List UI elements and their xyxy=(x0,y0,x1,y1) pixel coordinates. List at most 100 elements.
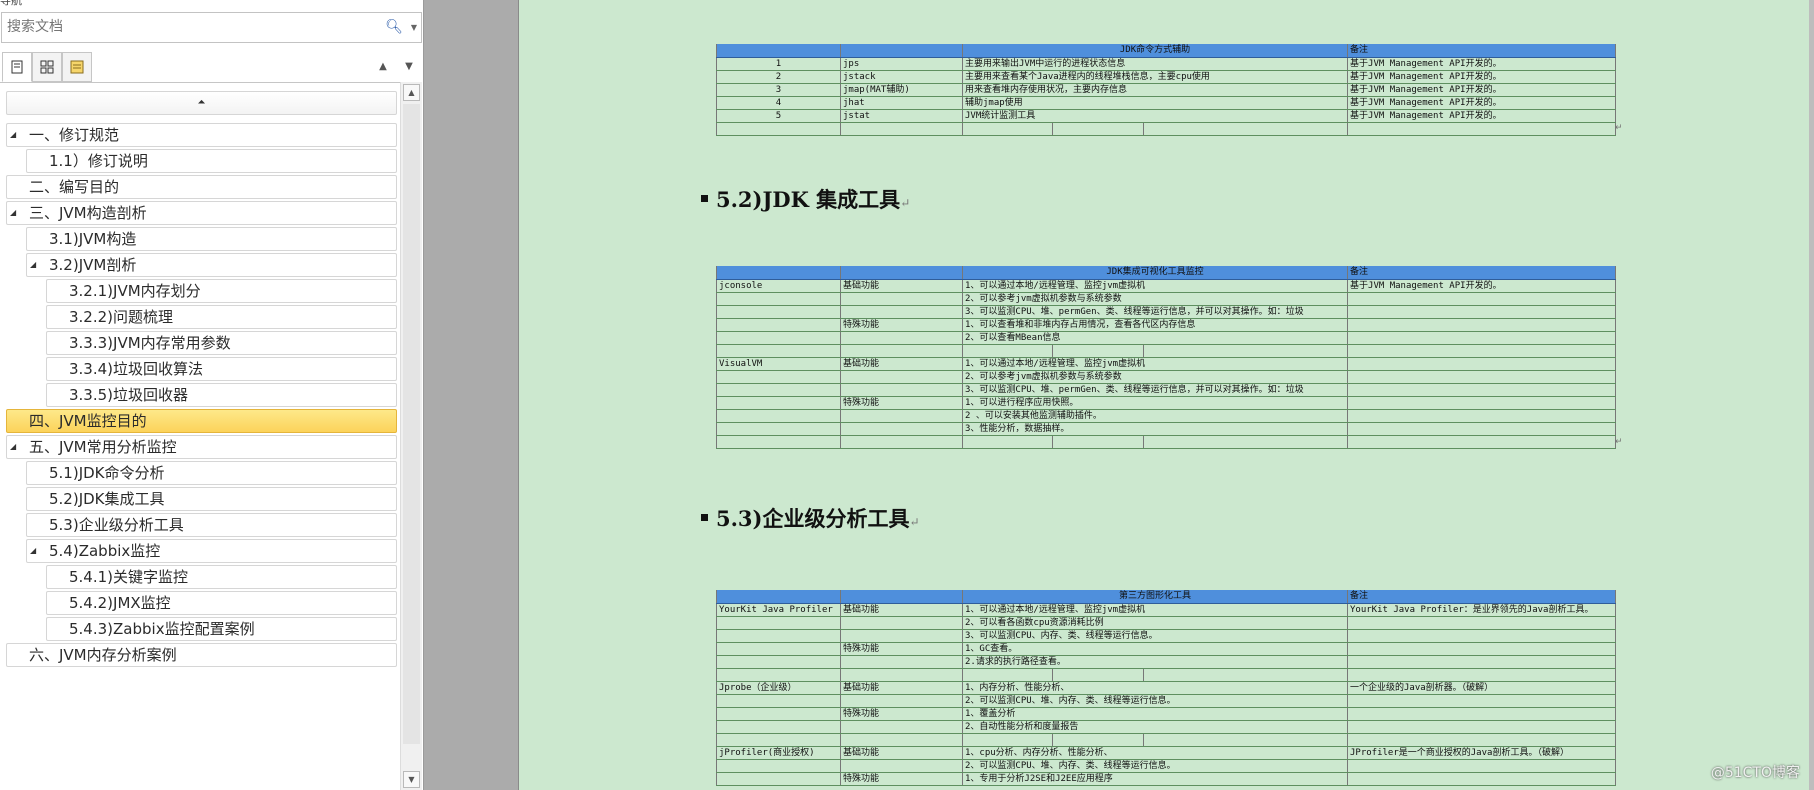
paragraph-mark: ↵ xyxy=(909,515,920,529)
table-cell xyxy=(1142,122,1349,136)
previous-heading-button[interactable]: ▲ xyxy=(374,58,392,76)
bullet-icon xyxy=(701,195,708,202)
table-cell xyxy=(716,435,841,449)
tree-item[interactable]: 5.4.1)关键字监控 xyxy=(46,565,397,589)
tree-item[interactable]: 3.3.3)JVM内存常用参数 xyxy=(46,331,397,355)
table-cell xyxy=(962,668,1053,682)
table-cell xyxy=(840,409,963,423)
scroll-up-icon[interactable]: ▲ xyxy=(403,84,420,101)
table-row: 2、可以监测CPU、堆、内存、类、线程等运行信息。 xyxy=(716,694,1616,708)
table-cell xyxy=(716,772,841,786)
table-cell: 3、可以监测CPU、堆、permGen、类、线程等运行信息，并可以对其操作。如：… xyxy=(961,305,1349,319)
collapse-icon: ⏶ xyxy=(197,97,206,108)
search-dropdown-icon[interactable]: ▼ xyxy=(411,23,417,32)
tree-item[interactable]: 3.2.1)JVM内存划分 xyxy=(46,279,397,303)
expand-triangle-icon[interactable]: ◢ xyxy=(10,436,16,458)
table-cell: 基于JVM Management API开发的。 xyxy=(1347,279,1617,293)
search-box[interactable]: 🔍︎ ▼ xyxy=(1,12,422,43)
table-cell: 用来查看堆内存使用状况，主要内存信息 xyxy=(961,83,1349,97)
table-header-cell xyxy=(840,44,963,58)
tree-item[interactable]: 四、JVM监控目的 xyxy=(6,409,397,433)
tree-item[interactable]: 二、编写目的 xyxy=(6,175,397,199)
table-cell xyxy=(1347,383,1617,397)
table-header-cell: 第三方图形化工具 xyxy=(962,590,1348,604)
search-icon[interactable]: 🔍︎ xyxy=(385,19,403,35)
tree-item[interactable]: ◢ 5.4)Zabbix监控 xyxy=(26,539,397,563)
table-cell xyxy=(716,707,841,721)
table-header-row: JDK命令方式辅助 备注 xyxy=(716,44,1617,58)
scroll-down-icon[interactable]: ▼ xyxy=(403,771,420,788)
table-cell: 基础功能 xyxy=(840,357,963,371)
tree-item[interactable]: ◢ 三、JVM构造剖析 xyxy=(6,201,397,225)
table-cell xyxy=(840,616,963,630)
tree-item[interactable]: 3.3.5)垃圾回收器 xyxy=(46,383,397,407)
table-cell xyxy=(1143,733,1348,747)
scroll-thumb[interactable] xyxy=(403,104,420,744)
collapse-all-button[interactable]: ⏶ xyxy=(6,91,397,115)
pages-view-tab[interactable] xyxy=(32,52,62,82)
tree-item-label: 5.4.1)关键字监控 xyxy=(69,568,189,586)
table-header-row: 第三方图形化工具 备注 xyxy=(716,590,1616,604)
tree-item[interactable]: 3.1)JVM构造 xyxy=(26,227,397,251)
tree-item[interactable]: 3.2.2)问题梳理 xyxy=(46,305,397,329)
paragraph-mark: ↵ xyxy=(1615,123,1623,133)
table-cell: 2、自动性能分析和度量报告 xyxy=(962,720,1348,734)
table-cell: 一个企业级的Java剖析器。（破解） xyxy=(1347,681,1616,695)
headings-view-tab[interactable] xyxy=(2,52,32,82)
table-cell: JProfiler是一个商业授权的Java剖析工具。（破解） xyxy=(1347,746,1616,760)
next-heading-button[interactable]: ▼ xyxy=(400,58,418,76)
table-cell: 基础功能 xyxy=(840,279,963,293)
jdk-commands-table: JDK命令方式辅助 备注 1 jps 主要用来输出JVM中运行的进程状态信息 基于JVM … xyxy=(716,44,1617,136)
table-cell xyxy=(840,668,963,682)
table-cell xyxy=(716,383,841,397)
table-cell xyxy=(1347,409,1617,423)
tree-item-label: 3.2.2)问题梳理 xyxy=(69,308,174,326)
search-input[interactable] xyxy=(2,13,382,41)
table-cell: jstat xyxy=(840,109,963,123)
table-row: 特殊功能 1、可以查看堆和非堆内存占用情况，查看各代区内存信息 xyxy=(716,318,1617,332)
tree-item[interactable]: 5.2)JDK集成工具 xyxy=(26,487,397,511)
tree-item[interactable]: ◢ 3.2)JVM剖析 xyxy=(26,253,397,277)
tree-item[interactable]: 5.1)JDK命令分析 xyxy=(26,461,397,485)
table-cell xyxy=(1347,616,1616,630)
table-cell xyxy=(716,396,841,410)
table-header-cell xyxy=(840,266,963,280)
table-cell: 特殊功能 xyxy=(840,642,963,656)
table-cell: jconsole xyxy=(716,279,841,293)
table-cell xyxy=(716,668,841,682)
nav-scrollbar[interactable]: ▲ ▼ xyxy=(400,82,422,790)
table-cell xyxy=(716,122,841,136)
table-row: jconsole 基础功能 1、可以通过本地/远程管理、监控jvm虚拟机 基于JVM … xyxy=(716,279,1617,293)
expand-triangle-icon[interactable]: ◢ xyxy=(10,124,16,146)
table-cell: jhat xyxy=(840,96,963,110)
tree-item-label: 三、JVM构造剖析 xyxy=(29,204,147,222)
table-header-cell xyxy=(716,44,841,58)
tree-item[interactable]: 3.3.4)垃圾回收算法 xyxy=(46,357,397,381)
expand-triangle-icon[interactable]: ◢ xyxy=(10,202,16,224)
tree-item[interactable]: 六、JVM内存分析案例 xyxy=(6,643,397,667)
table-cell: 1 xyxy=(716,57,841,71)
tree-item[interactable]: 5.4.2)JMX监控 xyxy=(46,591,397,615)
table-header-cell: 备注 xyxy=(1347,590,1616,604)
tree-item[interactable]: ◢ 一、修订规范 xyxy=(6,123,397,147)
table-cell: 1、内存分析、性能分析、 xyxy=(962,681,1348,695)
results-view-tab[interactable] xyxy=(62,52,92,82)
table-cell: 2、可以监测CPU、堆、内存、类、线程等运行信息。 xyxy=(962,694,1348,708)
table-cell: JVM统计监测工具 xyxy=(961,109,1349,123)
table-cell xyxy=(716,759,841,773)
expand-triangle-icon[interactable]: ◢ xyxy=(30,254,36,276)
table-cell xyxy=(1052,122,1144,136)
table-cell xyxy=(840,694,963,708)
tree-item[interactable]: 1.1）修订说明 xyxy=(26,149,397,173)
tree-item[interactable]: 5.3)企业级分析工具 xyxy=(26,513,397,537)
table-cell xyxy=(840,435,963,449)
table-cell xyxy=(840,292,963,306)
table-cell: jps xyxy=(840,57,963,71)
table-cell xyxy=(1347,331,1617,345)
table-cell: 2 、可以安装其他监测辅助插件。 xyxy=(961,409,1349,423)
tree-item[interactable]: 5.4.3)Zabbix监控配置案例 xyxy=(46,617,397,641)
table-cell: 1、专用于分析J2SE和J2EE应用程序 xyxy=(962,772,1348,786)
expand-triangle-icon[interactable]: ◢ xyxy=(30,540,36,562)
table-cell xyxy=(1347,122,1617,136)
tree-item[interactable]: ◢ 五、JVM常用分析监控 xyxy=(6,435,397,459)
